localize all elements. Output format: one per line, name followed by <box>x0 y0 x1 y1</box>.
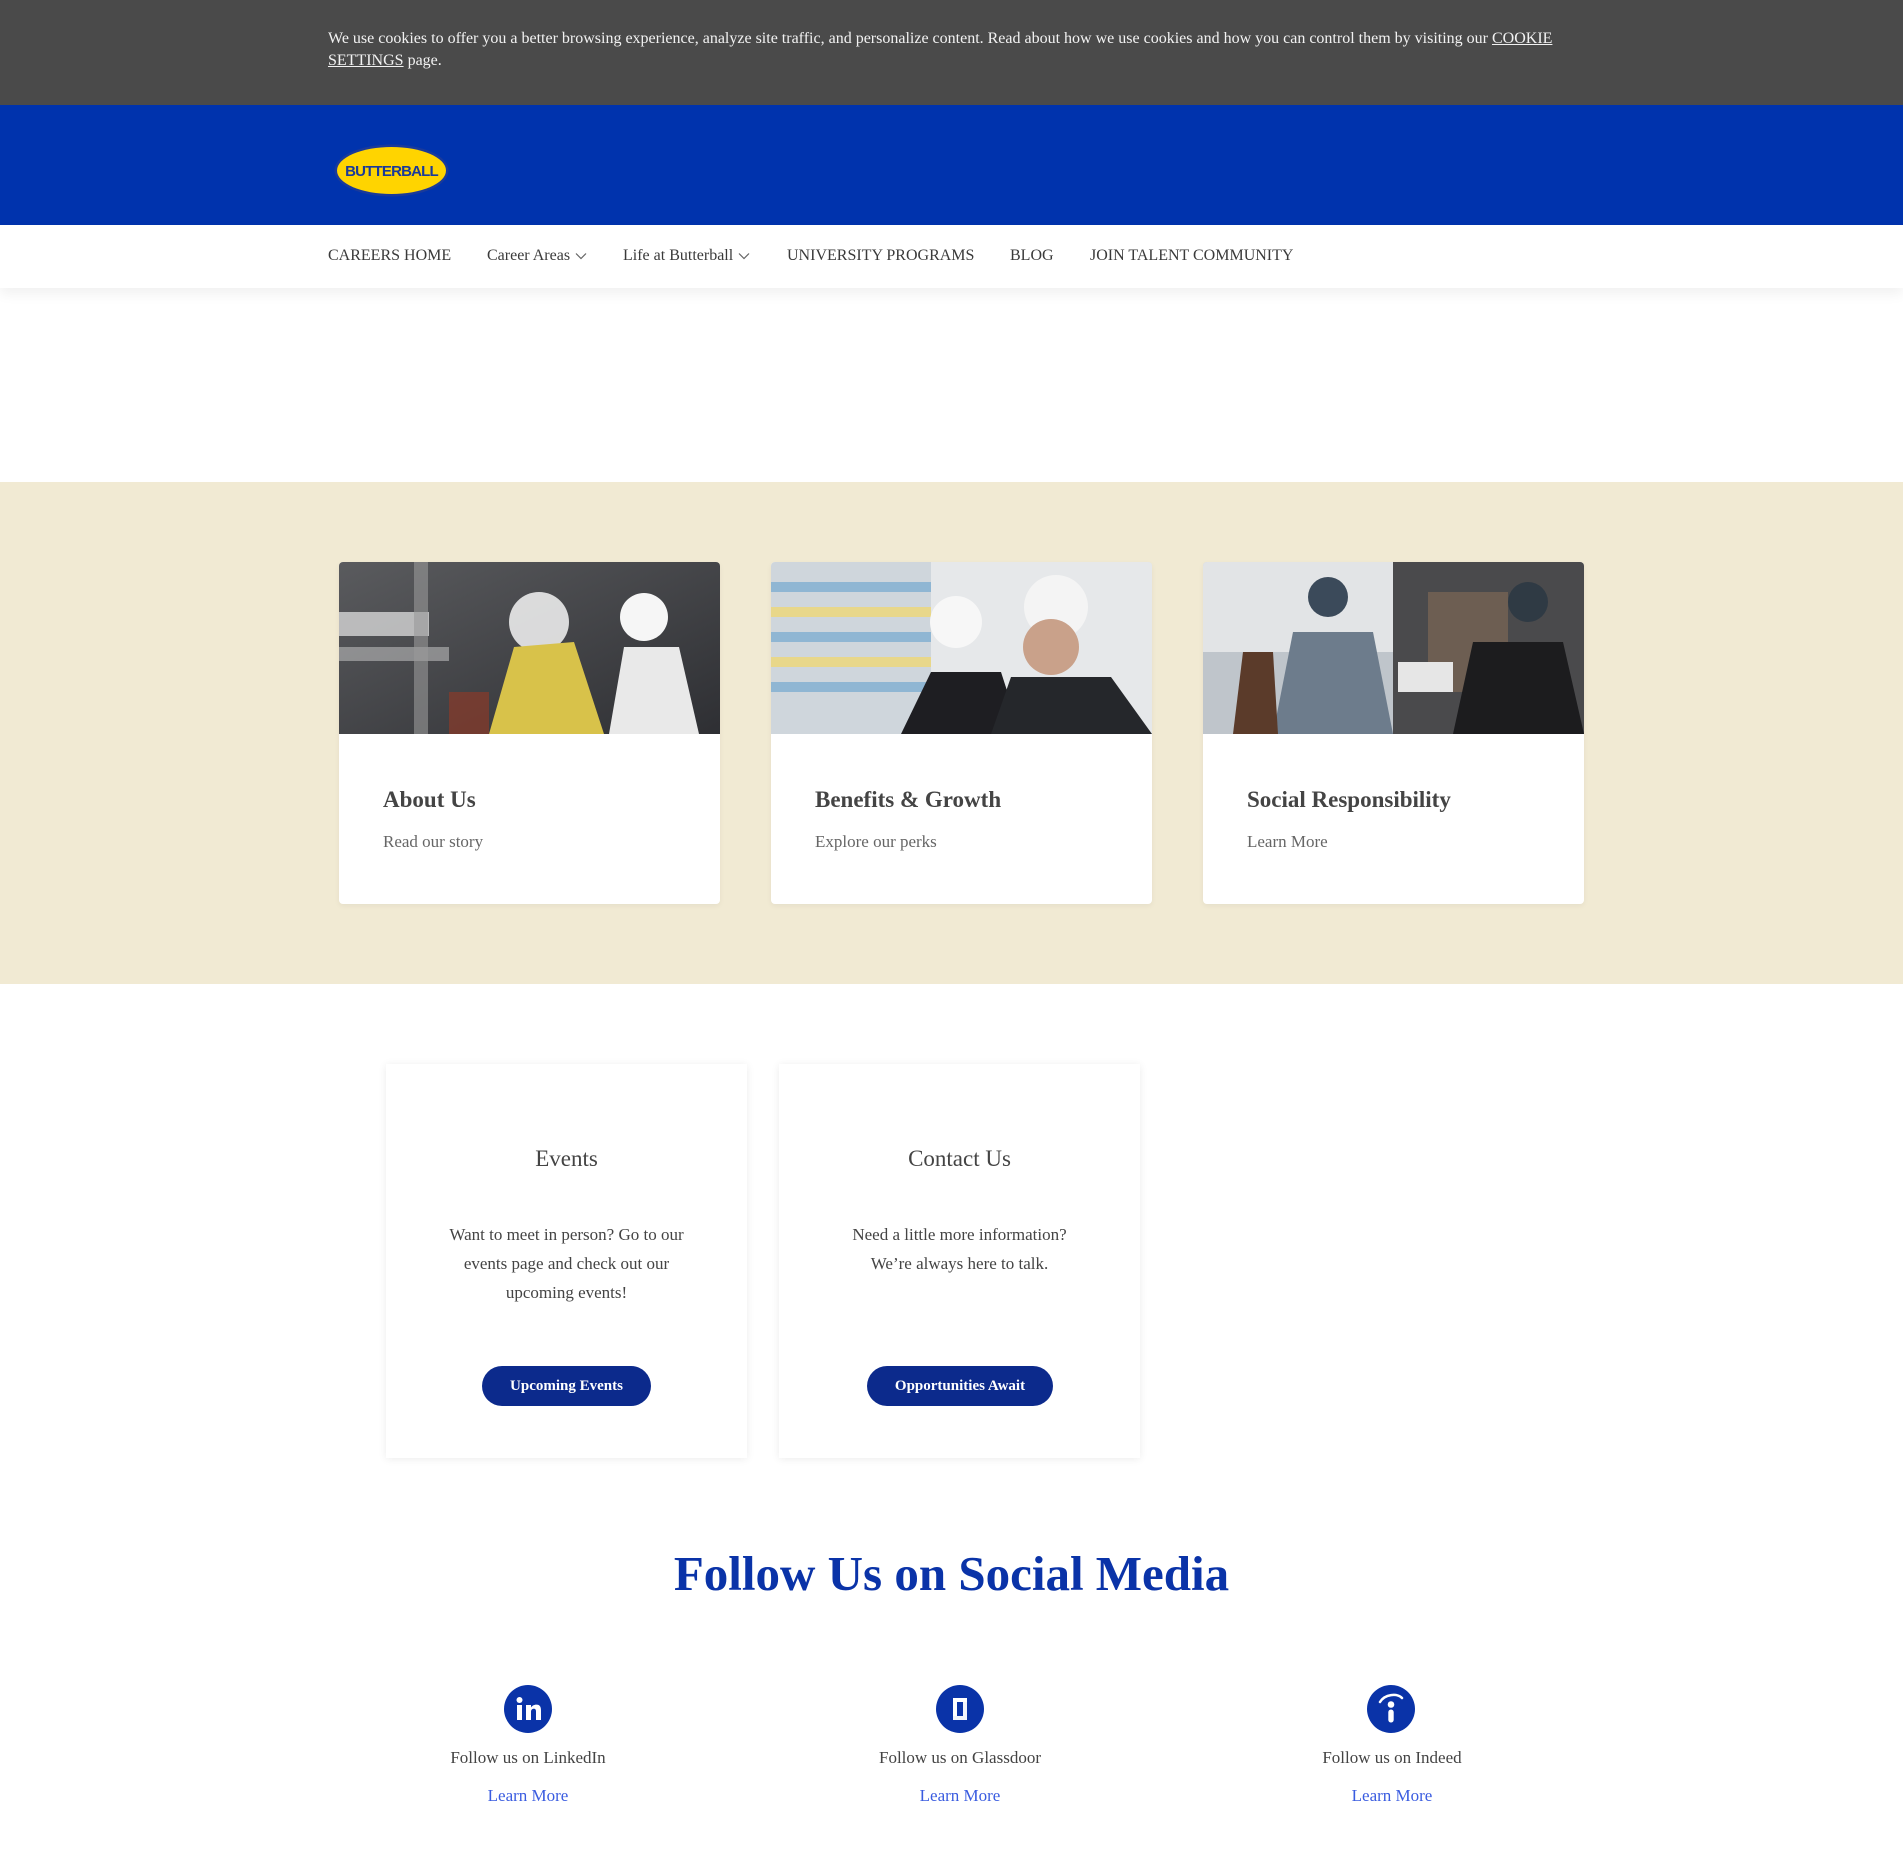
opportunities-await-button[interactable]: Opportunities Await <box>867 1366 1053 1406</box>
social-heading: Follow Us on Social Media <box>673 1546 1230 1601</box>
nav-label: Career Areas <box>487 247 571 264</box>
card-subtitle: Read our story <box>383 832 484 851</box>
nav-label: CAREERS HOME <box>328 247 452 264</box>
chevron-down-icon <box>738 252 750 260</box>
card-title: About Us <box>383 787 476 812</box>
glassdoor-learn-more-link[interactable]: Learn More <box>810 1786 1110 1806</box>
linkedin-icon[interactable] <box>504 1685 552 1733</box>
card-title: Social Responsibility <box>1247 787 1451 812</box>
nav-blog[interactable]: BLOG <box>1010 246 1054 266</box>
nav-label: JOIN TALENT COMMUNITY <box>1090 247 1294 264</box>
card-social-responsibility[interactable]: Social Responsibility Learn More <box>1203 562 1584 904</box>
card-title: Benefits & Growth <box>815 787 1002 812</box>
cookie-text: We use cookies to offer you a better bro… <box>328 30 1492 47</box>
nav-label: Life at Butterball <box>623 247 734 264</box>
contact-text-line: We’re always here to talk. <box>870 1254 1049 1273</box>
indeed-label: Follow us on Indeed <box>1322 1748 1462 1767</box>
nav-join-talent-community[interactable]: JOIN TALENT COMMUNITY <box>1090 246 1293 266</box>
card-photo <box>339 562 720 734</box>
nav-university-programs[interactable]: UNIVERSITY PROGRAMS <box>787 246 974 266</box>
events-text-line: events page and check out our <box>463 1254 670 1273</box>
events-text-line: Want to meet in person? Go to our <box>449 1225 684 1244</box>
site-header <box>0 105 1903 225</box>
card-about-us[interactable]: About Us Read our story <box>339 562 720 904</box>
indeed-icon[interactable] <box>1367 1685 1415 1733</box>
card-subtitle: Learn More <box>1247 832 1328 851</box>
upcoming-events-button[interactable]: Upcoming Events <box>482 1366 651 1406</box>
cookie-banner-text: We use cookies to offer you a better bro… <box>328 28 1598 72</box>
events-title: Events <box>535 1146 598 1171</box>
linkedin-learn-more-link[interactable]: Learn More <box>378 1786 678 1806</box>
nav-label: BLOG <box>1010 247 1054 264</box>
nav-careers-home[interactable]: CAREERS HOME <box>328 246 451 266</box>
nav-label: UNIVERSITY PROGRAMS <box>787 247 975 264</box>
linkedin-label: Follow us on LinkedIn <box>450 1748 606 1767</box>
butterball-logo[interactable]: BUTTERBALL <box>333 143 450 198</box>
contact-title: Contact Us <box>908 1146 1011 1171</box>
glassdoor-icon[interactable] <box>936 1685 984 1733</box>
card-photo <box>1203 562 1584 734</box>
contact-text-line: Need a little more information? <box>852 1225 1067 1244</box>
glassdoor-label: Follow us on Glassdoor <box>879 1748 1041 1767</box>
nav-career-areas[interactable]: Career Areas <box>487 246 587 266</box>
chevron-down-icon <box>575 252 587 260</box>
events-text-line: upcoming events! <box>505 1283 628 1302</box>
nav-life-at-butterball[interactable]: Life at Butterball <box>623 246 750 266</box>
card-benefits-growth[interactable]: Benefits & Growth Explore our perks <box>771 562 1152 904</box>
card-subtitle: Explore our perks <box>815 832 937 851</box>
card-photo <box>771 562 1152 734</box>
cookie-suffix: page. <box>403 52 442 69</box>
indeed-learn-more-link[interactable]: Learn More <box>1242 1786 1542 1806</box>
svg-text:BUTTERBALL: BUTTERBALL <box>345 163 438 180</box>
